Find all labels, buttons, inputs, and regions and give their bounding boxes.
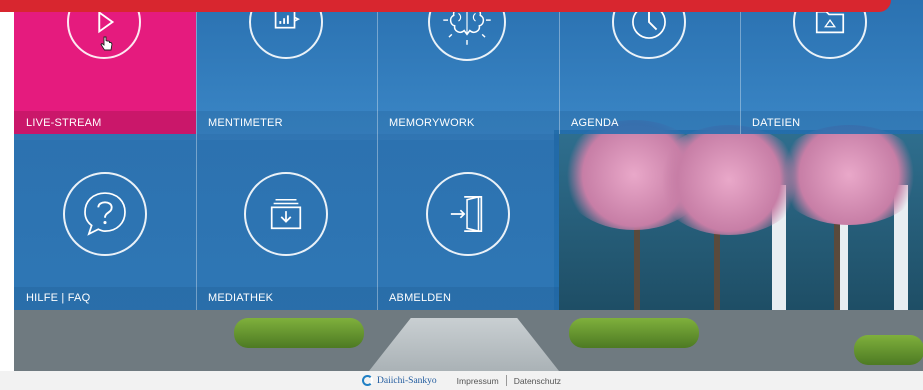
tile-label: AGENDA xyxy=(571,117,619,129)
datenschutz-link[interactable]: Datenschutz xyxy=(514,376,561,386)
tile-dateien[interactable]: DATEIEN xyxy=(740,0,923,134)
top-banner xyxy=(0,0,891,12)
tile-label: LIVE-STREAM xyxy=(26,117,102,129)
question-bubble-icon xyxy=(63,172,147,256)
tile-abmelden[interactable]: ABMELDEN xyxy=(377,134,559,310)
tile-mediathek[interactable]: MEDIATHEK xyxy=(196,134,377,310)
tile-live-stream[interactable]: LIVE-STREAM xyxy=(14,0,196,134)
tile-label: HILFE | FAQ xyxy=(26,292,91,304)
brand-logo: Daiichi-Sankyo xyxy=(362,375,437,386)
archive-download-icon xyxy=(244,172,328,256)
tile-memorywork[interactable]: MEMORYWORK xyxy=(377,0,559,134)
app-screen: LIVE-STREAM MENTIMETER MEMORYWORK AGENDA… xyxy=(0,0,923,390)
brand-mark-icon xyxy=(362,375,374,386)
footer-divider xyxy=(505,375,507,386)
impressum-link[interactable]: Impressum xyxy=(457,376,499,386)
tile-agenda[interactable]: AGENDA xyxy=(559,0,740,134)
footer: Daiichi-Sankyo Impressum Datenschutz xyxy=(0,371,923,390)
logout-door-icon xyxy=(426,172,510,256)
tile-label: MEMORYWORK xyxy=(389,117,475,129)
tile-label: MEDIATHEK xyxy=(208,292,274,304)
tile-label: ABMELDEN xyxy=(389,292,452,304)
brand-name: Daiichi-Sankyo xyxy=(377,375,437,386)
tile-mentimeter[interactable]: MENTIMETER xyxy=(196,0,377,134)
tile-label: MENTIMETER xyxy=(208,117,283,129)
tile-hilfe-faq[interactable]: HILFE | FAQ xyxy=(14,134,196,310)
tile-label: DATEIEN xyxy=(752,117,801,129)
hand-cursor-icon xyxy=(100,36,114,52)
